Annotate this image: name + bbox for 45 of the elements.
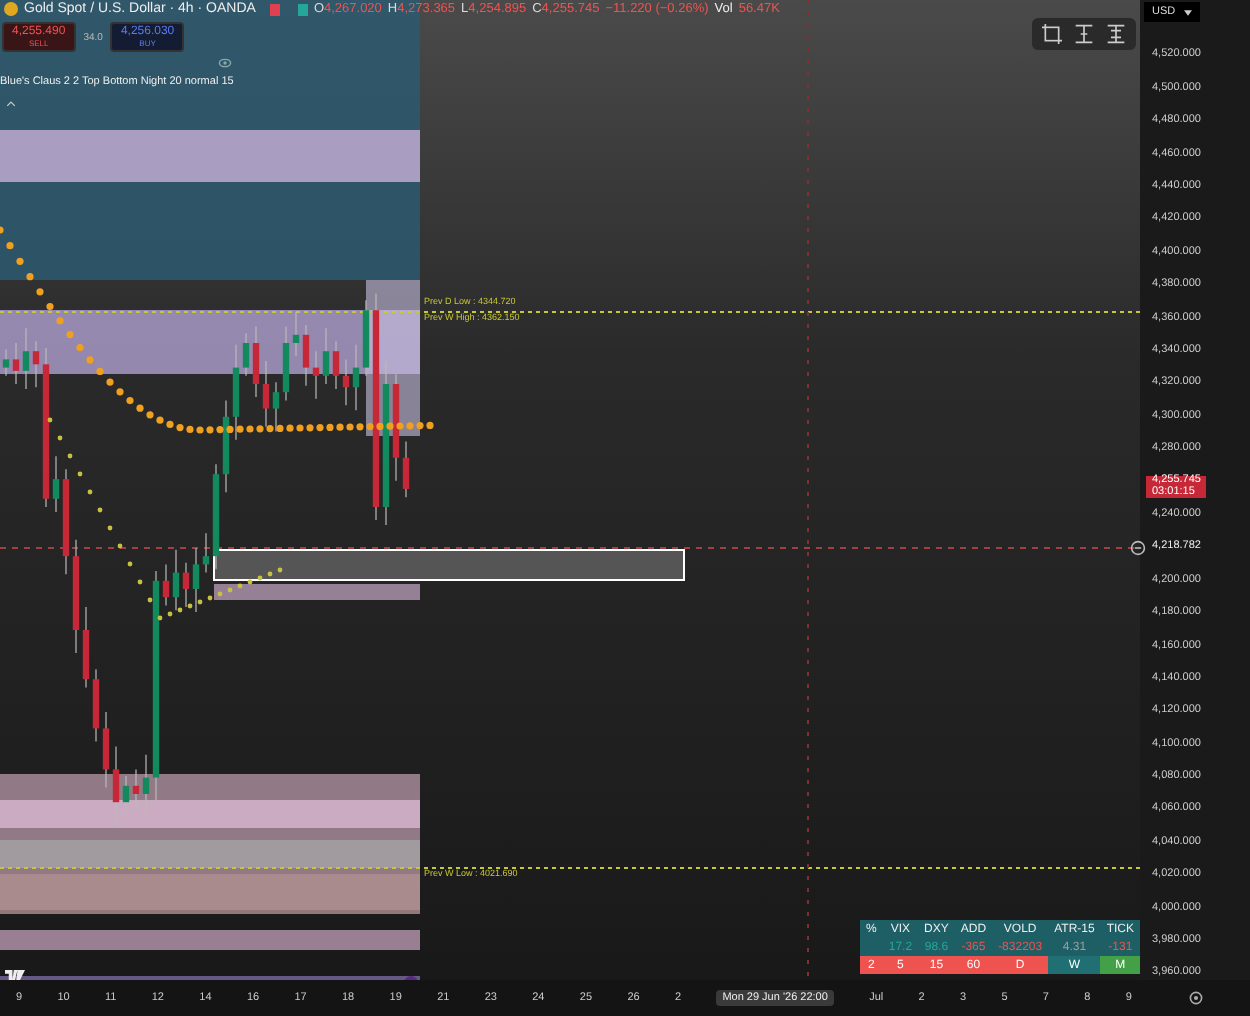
trend-dot xyxy=(167,611,173,617)
trend-dot xyxy=(277,567,283,573)
trend-dot xyxy=(257,575,263,581)
trend-dot xyxy=(207,595,213,601)
data-status-icon xyxy=(297,3,308,15)
trend-dot xyxy=(107,525,113,531)
trend-dot xyxy=(267,571,273,577)
range-icon[interactable] xyxy=(1074,24,1094,44)
trend-dot xyxy=(77,471,83,477)
trend-dot xyxy=(66,330,74,339)
trend-dot xyxy=(117,543,123,549)
trend-dot xyxy=(96,367,104,375)
collapse-icon[interactable] xyxy=(6,100,16,108)
trend-dot xyxy=(97,507,103,513)
settings-icon[interactable] xyxy=(1187,990,1203,1006)
trend-dot xyxy=(47,417,53,423)
rectangle-icon[interactable] xyxy=(1042,24,1062,44)
logo-icon[interactable] xyxy=(4,970,26,980)
trend-dot xyxy=(57,435,63,441)
trend-dot xyxy=(197,599,203,605)
trend-dot xyxy=(26,273,34,281)
alert-icon[interactable] xyxy=(1130,539,1146,556)
trend-dot xyxy=(217,591,223,597)
trend-dot xyxy=(46,302,54,311)
trend-dot xyxy=(247,579,253,585)
trend-dot xyxy=(187,603,193,609)
trend-dot xyxy=(127,561,133,567)
trend-dot xyxy=(157,615,163,621)
eye-icon[interactable] xyxy=(218,56,232,70)
trend-dot xyxy=(36,288,44,296)
trend-dot xyxy=(137,579,143,585)
trend-dot xyxy=(67,453,73,459)
trend-dot xyxy=(76,343,84,352)
trend-dot xyxy=(86,356,94,364)
trend-dot xyxy=(147,597,153,603)
trend-dot xyxy=(237,583,243,589)
market-closed-icon xyxy=(269,3,280,15)
trend-dot xyxy=(16,257,24,265)
caret-icon xyxy=(1183,9,1192,15)
trend-dot xyxy=(6,242,14,250)
trend-dot xyxy=(56,317,64,325)
trend-dot xyxy=(177,607,183,613)
date-range-icon[interactable] xyxy=(1106,24,1126,44)
trend-dot xyxy=(87,489,93,495)
trend-dot xyxy=(227,587,233,593)
